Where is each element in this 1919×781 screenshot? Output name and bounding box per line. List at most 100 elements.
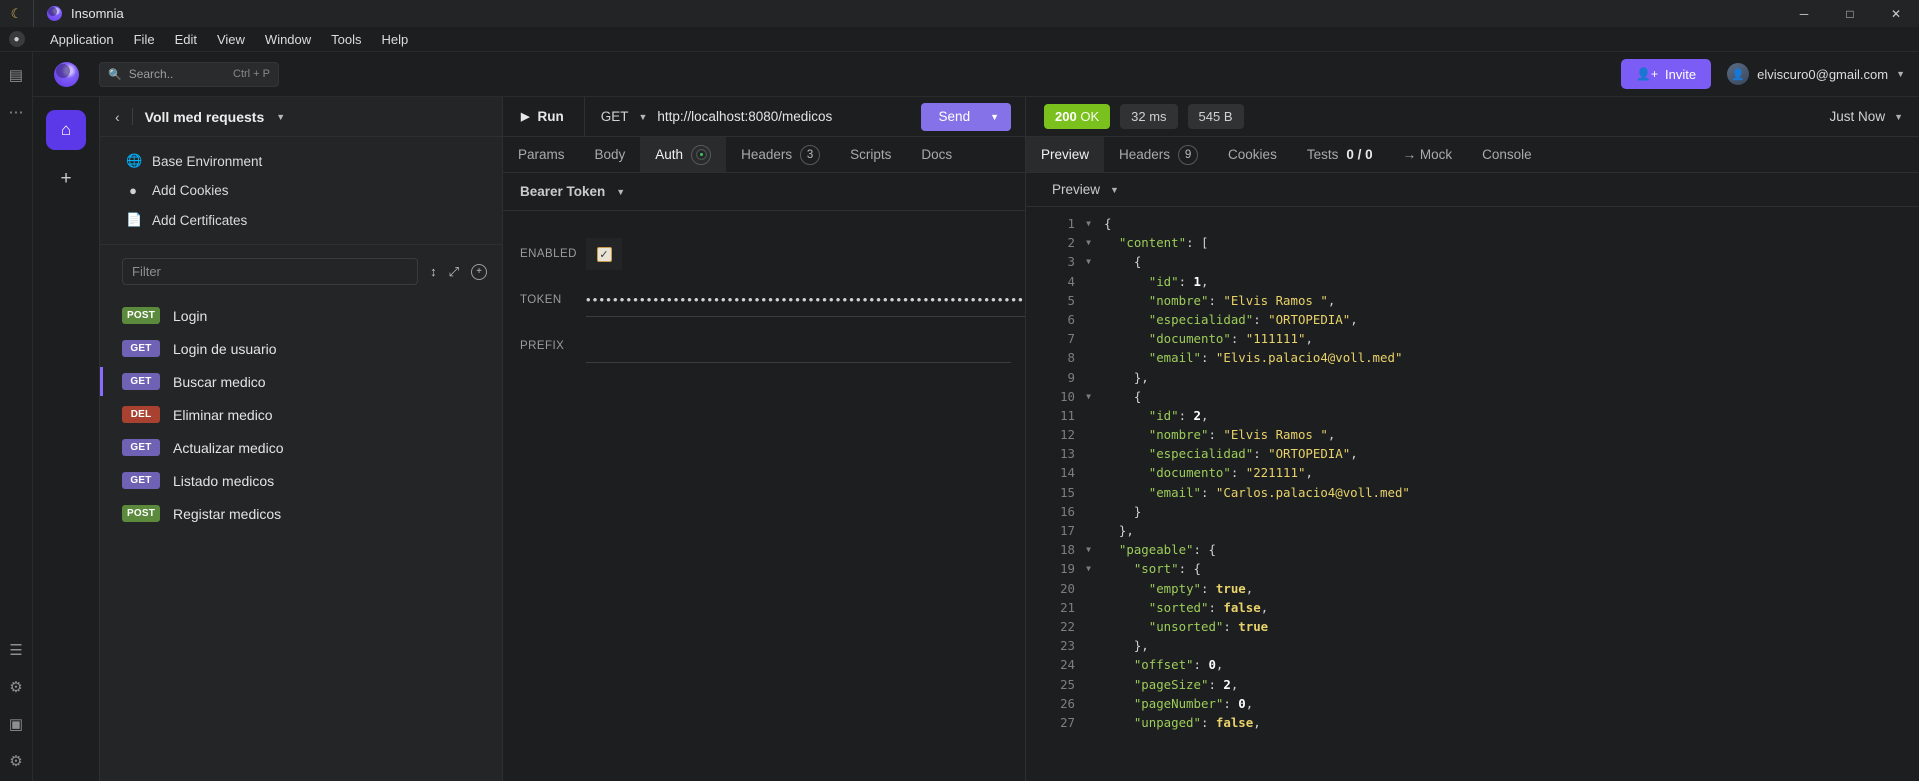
- invite-button[interactable]: 👤+ Invite: [1621, 59, 1712, 89]
- account-menu[interactable]: 👤 elviscuro0@gmail.com ▼: [1727, 63, 1905, 85]
- json-line: 10 ▼ {: [1026, 387, 1919, 406]
- tab-cookies[interactable]: Cookies: [1213, 137, 1292, 172]
- tab-console[interactable]: Console: [1467, 137, 1547, 172]
- grid-icon[interactable]: ▤: [9, 68, 23, 83]
- github-icon[interactable]: ●: [8, 31, 25, 47]
- url-field[interactable]: GET ▼ http://localhost:8080/medicos: [585, 109, 921, 124]
- tab-headers[interactable]: Headers 3: [726, 137, 835, 172]
- fold-icon[interactable]: ▼: [1082, 233, 1095, 252]
- chevron-down-icon[interactable]: ▼: [276, 112, 285, 122]
- preview-mode-selector[interactable]: Preview ▼: [1026, 173, 1919, 207]
- auth-type-selector[interactable]: Bearer Token ▼: [503, 173, 1025, 211]
- filter-input[interactable]: [122, 258, 419, 285]
- json-code: "nombre": "Elvis Ramos ",: [1148, 292, 1336, 308]
- flask-icon[interactable]: ⚙: [9, 754, 22, 769]
- menu-window[interactable]: Window: [255, 29, 321, 50]
- response-json-body[interactable]: 1 ▼{2 ▼ "content": [3 ▼ {4 "id": 1, 5 "nombr…: [1026, 207, 1919, 781]
- method-badge: DEL: [122, 406, 160, 423]
- list-item[interactable]: GET Login de usuario: [100, 332, 502, 365]
- fold-icon[interactable]: ▼: [1082, 387, 1095, 406]
- menu-view[interactable]: View: [207, 29, 255, 50]
- enabled-checkbox-cell[interactable]: ✓: [586, 238, 622, 270]
- fold-icon[interactable]: ▼: [1082, 252, 1095, 271]
- tab-mock[interactable]: → Mock: [1388, 137, 1468, 172]
- gear-icon[interactable]: ⚙: [9, 680, 22, 695]
- url-value[interactable]: http://localhost:8080/medicos: [657, 109, 832, 124]
- method-selector[interactable]: GET: [601, 109, 629, 124]
- home-column: ⌂ +: [33, 97, 99, 781]
- globe-icon: 🌐: [126, 153, 143, 168]
- json-code: "email": "Elvis.palacio4@voll.med": [1148, 350, 1403, 366]
- status-badge[interactable]: 200 OK: [1044, 104, 1111, 129]
- minimize-button[interactable]: ─: [1781, 0, 1827, 27]
- list-item[interactable]: GET Listado medicos: [100, 464, 502, 497]
- list-item[interactable]: GET Actualizar medico: [100, 431, 502, 464]
- json-line: 8 "email": "Elvis.palacio4@voll.med": [1026, 348, 1919, 367]
- json-line: 24 "offset": 0,: [1026, 655, 1919, 674]
- add-button[interactable]: +: [46, 163, 86, 195]
- tab-scripts[interactable]: Scripts: [835, 137, 906, 172]
- prefix-control: [586, 330, 1025, 363]
- list-item-active[interactable]: GET Buscar medico: [100, 365, 502, 398]
- enabled-checkbox[interactable]: ✓: [596, 246, 612, 262]
- sidebar-item-add-certificates[interactable]: 📄 Add Certificates: [100, 205, 502, 235]
- chevron-down-icon[interactable]: ▼: [638, 112, 647, 122]
- json-line: 27 "unpaged": false,: [1026, 713, 1919, 732]
- dots-icon[interactable]: ⋯: [9, 105, 24, 120]
- run-button[interactable]: ▶ Run: [503, 109, 584, 124]
- maximize-button[interactable]: □: [1827, 0, 1873, 27]
- sidebar-item-add-cookies[interactable]: ● Add Cookies: [100, 176, 502, 205]
- menu-file[interactable]: File: [124, 29, 165, 50]
- workspace-logo-cell: [33, 61, 99, 87]
- token-label: TOKEN: [520, 294, 562, 306]
- fold-icon[interactable]: ▼: [1082, 214, 1095, 233]
- json-line: 9 },: [1026, 368, 1919, 387]
- menu-help[interactable]: Help: [372, 29, 419, 50]
- auth-enabled-row: ENABLED ✓: [503, 231, 1025, 277]
- search-input[interactable]: 🔍 Search.. Ctrl + P: [99, 61, 279, 87]
- response-size-badge[interactable]: 545 B: [1187, 104, 1244, 129]
- response-time-badge[interactable]: 32 ms: [1120, 104, 1178, 129]
- list-item[interactable]: DEL Eliminar medico: [100, 398, 502, 431]
- chevron-down-icon: ▼: [1896, 69, 1905, 79]
- tab-params[interactable]: Params: [503, 137, 580, 172]
- sort-icon[interactable]: ↕: [430, 264, 437, 279]
- line-number: 8: [1067, 350, 1075, 366]
- tab-auth[interactable]: Auth: [640, 137, 727, 172]
- tab-body[interactable]: Body: [580, 137, 641, 172]
- menu-edit[interactable]: Edit: [165, 29, 207, 50]
- tab-tests[interactable]: Tests 0 / 0: [1292, 137, 1388, 172]
- chevron-down-icon[interactable]: ▼: [990, 112, 999, 122]
- invite-label: Invite: [1665, 66, 1697, 82]
- list-item[interactable]: POST Registar medicos: [100, 497, 502, 530]
- json-line: 22 "unsorted": true: [1026, 617, 1919, 636]
- home-button[interactable]: ⌂: [46, 110, 86, 150]
- send-button[interactable]: Send ▼: [920, 102, 1011, 131]
- tab-preview[interactable]: Preview: [1026, 137, 1105, 172]
- cookie-icon: ●: [129, 183, 137, 198]
- sidebar-item-base-environment[interactable]: 🌐 Base Environment: [100, 146, 502, 176]
- menu-application[interactable]: Application: [40, 29, 124, 50]
- fold-icon[interactable]: ▼: [1082, 540, 1095, 559]
- tab-response-headers[interactable]: Headers 9: [1104, 137, 1213, 172]
- expand-icon[interactable]: ⤢: [449, 264, 459, 280]
- response-timestamp[interactable]: Just Now ▼: [1830, 109, 1919, 124]
- prefix-field[interactable]: [586, 330, 1011, 363]
- menu-tools[interactable]: Tools: [321, 29, 371, 50]
- back-icon[interactable]: ‹: [115, 109, 120, 125]
- json-code: "sorted": false,: [1148, 599, 1269, 615]
- add-request-icon[interactable]: +: [471, 263, 487, 280]
- json-line: 25 "pageSize": 2,: [1026, 675, 1919, 694]
- json-line: 4 "id": 1,: [1026, 272, 1919, 291]
- tab-docs[interactable]: Docs: [906, 137, 967, 172]
- close-button[interactable]: ✕: [1873, 0, 1919, 27]
- fold-icon[interactable]: ▼: [1082, 559, 1095, 578]
- json-line: 19 ▼ "sort": {: [1026, 559, 1919, 578]
- sidebar-item-label: Add Certificates: [152, 212, 248, 228]
- list-item[interactable]: POST Login: [100, 299, 502, 332]
- json-code: "sort": {: [1133, 561, 1201, 577]
- status-code: 200: [1055, 109, 1077, 124]
- monitor-icon[interactable]: ▣: [9, 717, 23, 732]
- layers-icon[interactable]: ☰: [9, 643, 22, 658]
- json-code: "id": 2,: [1148, 407, 1209, 423]
